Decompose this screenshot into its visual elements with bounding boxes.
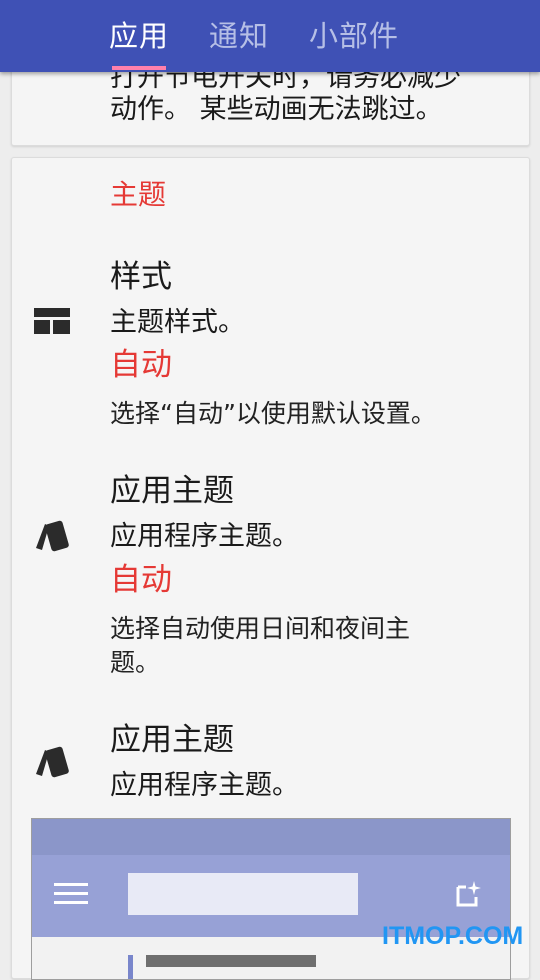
setting-app-theme-value: 自动 (110, 562, 172, 598)
layout-icon (34, 308, 70, 338)
setting-app-theme-subtitle: 应用程序主题。 (110, 521, 299, 552)
setting-app-theme-2-subtitle: 应用程序主题。 (110, 770, 299, 801)
setting-style-subtitle: 主题样式。 (110, 307, 245, 338)
preview-status-bar (32, 819, 510, 855)
tab-bar: 应用 通知 小部件 (0, 0, 540, 72)
add-widget-icon (454, 879, 484, 913)
battery-saver-description-line2: 动作。 某些动画无法跳过。 (110, 94, 443, 125)
setting-app-theme-description-line2: 题。 (110, 648, 161, 677)
setting-app-theme-2-title: 应用主题 (110, 722, 234, 758)
theme-preview[interactable] (31, 818, 511, 980)
setting-style-title: 样式 (110, 259, 172, 295)
section-title: 主题 (110, 178, 167, 211)
preview-text-placeholder (146, 955, 316, 967)
theme-cards-icon (34, 518, 72, 558)
setting-style-description: 选择“自动”以使用默认设置。 (110, 399, 436, 428)
preview-accent-marker (128, 955, 133, 979)
theme-cards-icon (34, 744, 72, 784)
tab-notifications[interactable]: 通知 (209, 18, 269, 54)
hamburger-menu-icon (54, 881, 88, 911)
preview-search-box (128, 873, 358, 915)
setting-app-theme-description-line1: 选择自动使用日间和夜间主 (110, 614, 411, 643)
setting-app-theme-title: 应用主题 (110, 473, 234, 509)
setting-style-value: 自动 (110, 347, 172, 383)
active-tab-indicator (112, 66, 166, 70)
theme-card: 主题 样式 主题样式。 自动 选择“自动”以使用默认设置。 应用主题 应用程序主… (11, 157, 530, 980)
watermark-text: ITMOP.COM (382, 922, 524, 950)
tab-widgets[interactable]: 小部件 (309, 18, 399, 54)
tab-apps[interactable]: 应用 (109, 18, 169, 54)
